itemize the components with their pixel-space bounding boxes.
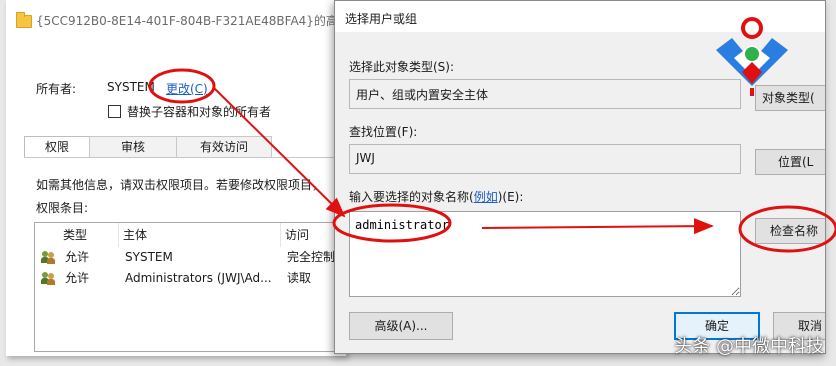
checkbox-label: 替换子容器和对象的所有者 (127, 105, 272, 119)
object-type-label: 选择此对象类型(S): (349, 60, 455, 74)
dialog-title: 选择用户或组 (345, 12, 418, 26)
column-header-type[interactable]: 类型 (59, 223, 119, 247)
tab-auditing[interactable]: 审核 (89, 136, 177, 157)
tab-effective-access[interactable]: 有效访问 (176, 136, 272, 157)
tab-divider (24, 157, 344, 158)
row-access: 完全控制 (287, 250, 336, 264)
replace-owner-checkbox[interactable]: 替换子容器和对象的所有者 (108, 103, 271, 120)
owner-label: 所有者: (36, 82, 77, 96)
permission-entries-label: 权限条目: (36, 201, 89, 215)
column-header-principal[interactable]: 主体 (119, 223, 281, 247)
row-principal: SYSTEM (125, 250, 173, 264)
object-type-field: 用户、组或内置安全主体 (349, 79, 741, 109)
check-names-button[interactable]: 检查名称 (755, 218, 825, 244)
window-titlebar: {5CC912B0-8E14-401F-804B-F321AE48BFA4}的高… (6, 0, 346, 42)
row-access: 读取 (287, 271, 312, 285)
permissions-hint: 如需其他信息，请双击权限项目。若要修改权限项目， (36, 178, 325, 192)
location-label: 查找位置(F): (349, 125, 418, 139)
row-principal: Administrators (JWJ\Ad... (125, 271, 272, 285)
location-field: JWJ (349, 144, 741, 174)
permission-entries-table[interactable]: 类型 主体 访问 允许 SYSTEM 完全控制 允许 Administrator… (34, 222, 346, 352)
locations-button[interactable]: 位置(L (755, 149, 825, 175)
enter-object-names-label: 输入要选择的对象名称(例如)(E): (349, 190, 524, 204)
object-names-input[interactable] (349, 211, 741, 297)
table-row[interactable]: 允许 SYSTEM 完全控制 (35, 247, 345, 268)
users-icon (41, 272, 55, 285)
window-title: {5CC912B0-8E14-401F-804B-F321AE48BFA4}的高… (36, 14, 342, 28)
checkbox-box[interactable] (108, 105, 121, 118)
folder-icon (16, 12, 32, 28)
users-icon (41, 251, 55, 264)
row-type: 允许 (65, 250, 90, 264)
examples-link[interactable]: 例如 (474, 190, 498, 204)
table-row[interactable]: 允许 Administrators (JWJ\Ad... 读取 (35, 268, 345, 289)
brand-logo (716, 17, 788, 96)
watermark-text: 头条 @中微中科技 (674, 336, 824, 357)
tab-strip: 权限 审核 有效访问 (24, 136, 272, 158)
row-type: 允许 (65, 271, 90, 285)
tab-permissions[interactable]: 权限 (24, 136, 90, 158)
owner-value: SYSTEM (107, 80, 155, 94)
advanced-security-window: {5CC912B0-8E14-401F-804B-F321AE48BFA4}的高… (6, 0, 347, 356)
change-owner-link[interactable]: 更改(C) (166, 80, 208, 97)
advanced-button[interactable]: 高级(A)... (349, 312, 453, 340)
